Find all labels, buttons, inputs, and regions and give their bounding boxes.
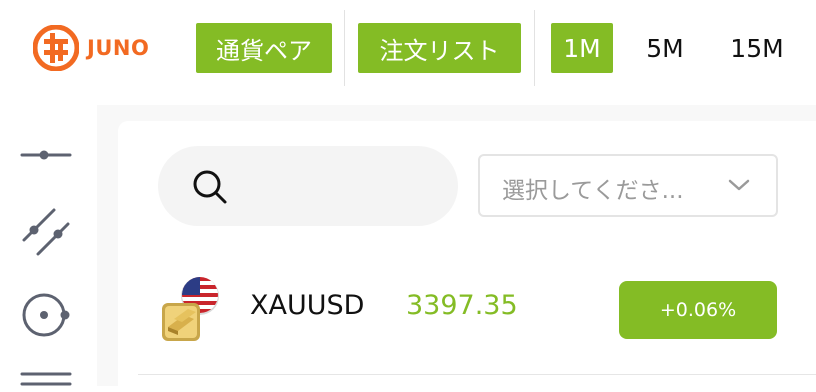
top-bar: JUNO 通貨ペア 注文リスト 1M 5M 15M [0, 0, 816, 96]
search-icon[interactable] [191, 168, 229, 210]
timeframe-15m-button[interactable]: 15M [719, 23, 795, 73]
row-divider [138, 374, 816, 375]
order-list-button[interactable]: 注文リスト [358, 23, 521, 73]
timeframe-5m-button[interactable]: 5M [633, 23, 697, 73]
category-select[interactable]: 選択してくださ... [478, 154, 778, 217]
brand-name: JUNO [87, 36, 150, 60]
timeframe-1m-button[interactable]: 1M [551, 23, 613, 73]
divider [534, 10, 535, 86]
circle-tool-icon[interactable] [20, 289, 72, 345]
logo: JUNO [33, 25, 149, 71]
drawing-toolbar [0, 96, 97, 386]
search-box[interactable] [158, 146, 458, 226]
instrument-price: 3397.35 [406, 290, 518, 321]
horizontal-line-icon[interactable] [20, 146, 72, 168]
change-badge[interactable]: +0.06% [619, 281, 777, 339]
divider [344, 10, 345, 86]
instrument-symbol[interactable]: XAUUSD [250, 290, 364, 321]
currency-pairs-button[interactable]: 通貨ペア [196, 23, 332, 73]
fib-lines-icon[interactable] [20, 368, 72, 392]
gold-usd-flag-icon [160, 275, 226, 345]
juno-logo-icon [33, 25, 79, 71]
parallel-channel-icon[interactable] [20, 206, 72, 262]
select-placeholder: 選択してくださ... [502, 178, 684, 204]
chevron-down-icon [728, 177, 750, 196]
